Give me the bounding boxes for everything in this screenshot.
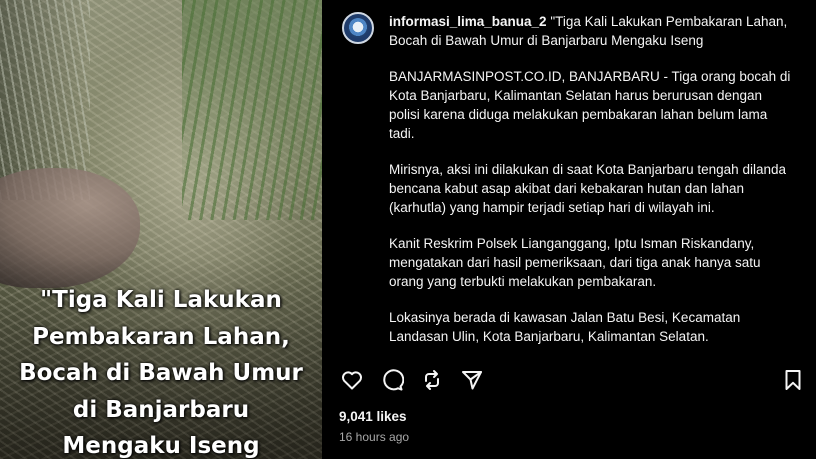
post-media[interactable]: "Tiga Kali Lakukan Pembakaran Lahan, Boc… [0,0,322,459]
like-count[interactable]: 9,041 likes [339,409,407,424]
comment-button[interactable] [379,367,405,393]
caption-paragraph: Mirisnya, aksi ini dilakukan di saat Kot… [389,162,786,215]
caption-paragraph: Lokasinya berada di kawasan Jalan Batu B… [389,310,741,344]
caption-paragraph: BANJARMASINPOST.CO.ID, BANJARBARU - Tiga… [389,69,791,141]
bookmark-icon [785,370,801,390]
comment-icon [383,369,404,391]
caption-title-paragraph: informasi_lima_banua_2 "Tiga Kali Lakuka… [389,12,794,50]
repost-icon [425,370,439,390]
action-bar [339,367,813,393]
caption-line: "Tiga Kali Lakukan [40,287,282,313]
grass-foreground [182,0,322,220]
post-caption: informasi_lima_banua_2 "Tiga Kali Lakuka… [389,12,794,363]
profile-logo-icon [348,18,368,38]
caption-line: Pembakaran Lahan, [32,323,290,350]
avatar[interactable] [342,12,374,44]
caption-paragraph: Kanit Reskrim Polsek Lianganggang, Iptu … [389,236,761,289]
repost-button[interactable] [419,367,445,393]
save-button[interactable] [780,367,806,393]
caption-line: Mengaku Iseng [62,433,260,459]
share-icon [462,371,482,390]
like-button[interactable] [339,367,365,393]
caption-line: Bocah di Bawah Umur [19,360,303,386]
media-caption: "Tiga Kali Lakukan Pembakaran Lahan, Boc… [0,282,322,459]
timestamp[interactable]: 16 hours ago [339,430,409,444]
username-link[interactable]: informasi_lima_banua_2 [389,14,547,29]
caption-line: di Banjarbaru [72,396,250,423]
post-panel: informasi_lima_banua_2 "Tiga Kali Lakuka… [322,0,816,459]
heart-icon [342,371,362,390]
share-button[interactable] [459,367,485,393]
